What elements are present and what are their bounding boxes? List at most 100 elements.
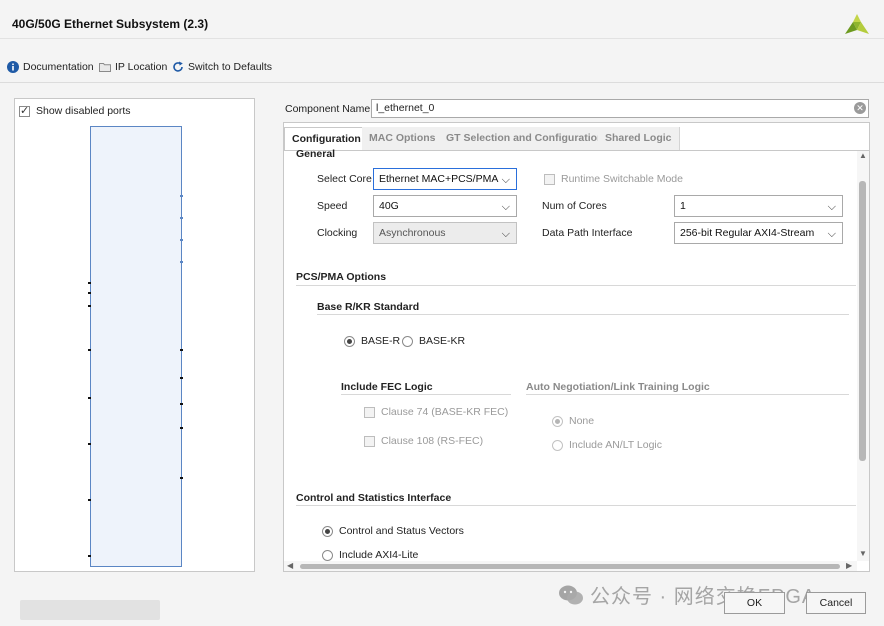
base-kr-radio[interactable]: BASE-KR [402,335,465,347]
port-pin [88,282,91,284]
autoneg-none-label: None [569,415,595,427]
port-pin [180,427,183,429]
section-divider [296,505,856,506]
speed-dropdown[interactable]: 40G ⌵ [373,195,517,217]
section-divider [341,394,511,395]
data-path-value: 256-bit Regular AXI4-Stream [680,227,815,239]
axi4lite-label: Include AXI4-Lite [339,549,419,561]
port-pin [88,499,91,501]
autoneg-title: Auto Negotiation/Link Training Logic [526,381,710,393]
radio-button[interactable] [552,415,563,427]
show-disabled-ports-checkbox[interactable]: Show disabled ports [19,104,131,117]
chevron-down-icon: ⌵ [501,174,510,186]
port-pin [180,377,183,379]
clause108-label: Clause 108 (RS-FEC) [381,435,484,447]
horizontal-scrollbar[interactable]: ◀ ▶ [284,561,857,571]
port-pin [88,292,91,294]
horizontal-scroll-thumb[interactable] [300,564,840,569]
refresh-icon [173,61,183,72]
runtime-switchable-checkbox[interactable]: Runtime Switchable Mode [544,173,683,185]
base-kr-label: BASE-KR [419,335,466,347]
tab-shared-logic[interactable]: Shared Logic [598,127,680,151]
select-core-dropdown[interactable]: Ethernet MAC+PCS/PMA ⌵ [373,168,517,190]
clause74-checkbox[interactable]: Clause 74 (BASE-KR FEC) [364,406,508,418]
component-name-label: Component Name [285,103,371,115]
ok-button[interactable]: OK [724,592,785,614]
port-pin [180,217,183,219]
port-pin [88,555,91,557]
num-cores-dropdown[interactable]: 1 ⌵ [674,195,843,217]
tab-mac-options[interactable]: MAC Options [362,127,444,151]
tab-underline [284,150,869,151]
switch-defaults-label: Switch to Defaults [188,61,273,73]
checkbox-box[interactable] [364,435,375,447]
port-pin [180,477,183,479]
base-r-label: BASE-R [361,335,401,347]
speed-value: 40G [379,200,399,212]
chevron-down-icon: ⌵ [827,201,836,213]
scroll-left-icon[interactable]: ◀ [287,561,293,570]
switch-defaults-button[interactable]: Switch to Defaults [172,60,272,74]
section-divider [526,394,849,395]
radio-button[interactable] [322,525,333,537]
control-vectors-label: Control and Status Vectors [339,525,464,537]
port-pin [88,443,91,445]
toolbar-separator [0,82,884,83]
vertical-scroll-thumb[interactable] [859,181,866,461]
info-icon [7,61,19,73]
autoneg-none-radio[interactable]: None [552,415,594,427]
clear-icon[interactable]: ✕ [854,102,866,114]
checkbox-box[interactable] [364,406,375,418]
checkbox-box[interactable] [544,173,555,185]
wechat-icon [559,585,583,604]
checkbox-box[interactable] [19,104,30,117]
select-core-value: Ethernet MAC+PCS/PMA [379,173,499,185]
ip-location-button[interactable]: IP Location [99,60,167,74]
control-section-title: Control and Statistics Interface [296,492,452,504]
radio-button[interactable] [322,549,333,561]
general-section-title: General [296,148,336,160]
chevron-down-icon: ⌵ [827,228,836,240]
documentation-button[interactable]: Documentation [7,60,94,74]
scroll-right-icon[interactable]: ▶ [846,561,852,570]
tab-gt-selection[interactable]: GT Selection and Configuration [439,127,612,151]
data-path-dropdown[interactable]: 256-bit Regular AXI4-Stream ⌵ [674,222,843,244]
fec-logic-title: Include FEC Logic [341,381,433,393]
runtime-switchable-label: Runtime Switchable Mode [561,173,683,185]
radio-button[interactable] [552,439,563,451]
section-divider [296,285,856,286]
clocking-label: Clocking [317,227,358,239]
folder-icon [99,63,111,72]
scroll-down-icon[interactable]: ▼ [859,549,867,558]
port-pin [88,305,91,307]
radio-button[interactable] [402,335,413,347]
cancel-button[interactable]: Cancel [806,592,866,614]
window-title: 40G/50G Ethernet Subsystem (2.3) [12,17,209,31]
port-pin [180,403,183,405]
select-core-label: Select Core [317,173,372,185]
chevron-down-icon: ⌵ [501,201,510,213]
clocking-value: Asynchronous [379,227,446,239]
base-r-radio[interactable]: BASE-R [344,335,400,347]
blurred-status-area [20,600,160,620]
clocking-dropdown[interactable]: Asynchronous ⌵ [373,222,517,244]
radio-button[interactable] [344,335,355,347]
port-pin [180,349,183,351]
component-name-input[interactable]: l_ethernet_0 [371,99,869,118]
title-separator [0,38,884,39]
port-pin [88,349,91,351]
vertical-scrollbar[interactable]: ▲ ▼ [857,151,869,561]
configuration-panel: Configuration MAC Options GT Selection a… [283,122,870,572]
port-pin [88,397,91,399]
autoneg-include-radio[interactable]: Include AN/LT Logic [552,439,662,451]
documentation-label: Documentation [23,61,94,73]
ip-symbol-block [88,126,183,567]
control-vectors-radio[interactable]: Control and Status Vectors [322,525,464,537]
axi4lite-radio[interactable]: Include AXI4-Lite [322,549,418,561]
num-cores-value: 1 [680,200,686,212]
section-divider [317,314,849,315]
clause108-checkbox[interactable]: Clause 108 (RS-FEC) [364,435,483,447]
scroll-up-icon[interactable]: ▲ [859,151,867,160]
show-disabled-ports-label: Show disabled ports [36,105,131,117]
ip-location-label: IP Location [115,61,168,73]
